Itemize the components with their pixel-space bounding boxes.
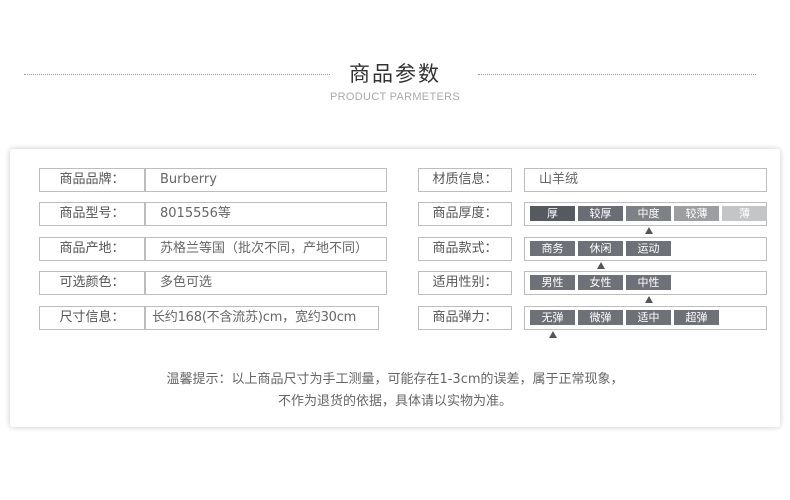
scale-option: 厚 [530, 206, 575, 221]
scale-option: 男性 [530, 275, 575, 290]
scale-option: 适中 [626, 310, 671, 325]
scale-option: 薄 [722, 206, 767, 221]
page-subtitle: PRODUCT PARMETERS [330, 91, 460, 103]
notice-line-1: 温馨提示：以上商品尺寸为手工测量，可能存在1-3cm的误差，属于正常现象， [166, 372, 624, 387]
scale-option: 较薄 [674, 206, 719, 221]
param-label: 商品厚度： [418, 202, 512, 226]
selected-indicator-arrow [548, 331, 557, 338]
param-label: 商品产地： [39, 237, 145, 261]
scale-option: 商务 [530, 241, 575, 256]
scale-option: 休闲 [578, 241, 623, 256]
notice-line-2: 不作为退货的依据，具体请以实物为准。 [277, 394, 512, 409]
param-value: 多色可选 [145, 271, 387, 295]
scale-option: 微弹 [578, 310, 623, 325]
param-label: 商品弹力： [418, 306, 512, 330]
param-label: 尺寸信息： [39, 306, 145, 330]
page-title: 商品参数 [349, 62, 441, 86]
param-label: 商品款式： [418, 237, 512, 261]
scale-option: 超弹 [674, 310, 719, 325]
scale-option: 中度 [626, 206, 671, 221]
param-label: 可选颜色： [39, 271, 145, 295]
scale-option: 较厚 [578, 206, 623, 221]
param-value: 长约168(不含流苏)cm，宽约30cm [145, 306, 379, 330]
scale-option: 无弹 [530, 310, 575, 325]
param-label: 适用性别： [418, 271, 512, 295]
scale-option: 中性 [626, 275, 671, 290]
param-label: 商品品牌： [39, 168, 145, 192]
scale-option: 运动 [626, 241, 671, 256]
selected-indicator-arrow [596, 262, 605, 269]
param-value: 8015556等 [145, 202, 387, 226]
param-label: 商品型号： [39, 202, 145, 226]
param-value: 山羊绒 [524, 168, 767, 192]
param-value: Burberry [145, 168, 387, 192]
parameter-card: 商品品牌： Burberry 商品型号： 8015556等 商品产地： 苏格兰等… [10, 149, 780, 427]
selected-indicator-arrow [644, 227, 653, 234]
param-label: 材质信息： [418, 168, 512, 192]
selected-indicator-arrow [644, 296, 653, 303]
param-value: 苏格兰等国（批次不同，产地不同） [145, 237, 387, 261]
scale-option: 女性 [578, 275, 623, 290]
